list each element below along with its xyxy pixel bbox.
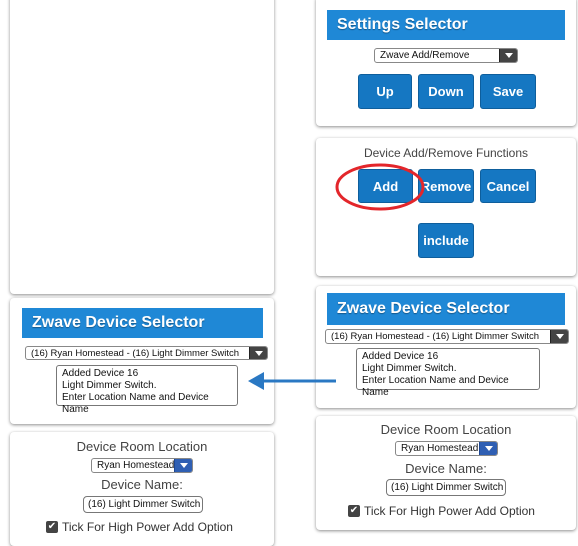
- chevron-down-icon: [550, 330, 568, 343]
- device-name-label: Device Name:: [101, 477, 183, 492]
- settings-selector-panel: Settings Selector Zwave Add/Remove Up Do…: [316, 0, 576, 126]
- status-line: Enter Location Name and Device Name: [362, 375, 509, 398]
- cancel-button[interactable]: Cancel: [480, 169, 536, 203]
- remove-button[interactable]: Remove: [418, 169, 474, 203]
- left-device-selector-title: Zwave Device Selector: [22, 308, 263, 338]
- status-line: Added Device 16: [362, 351, 439, 362]
- left-device-selector-panel: Zwave Device Selector (16) Ryan Homestea…: [10, 298, 274, 424]
- high-power-option-label: Tick For High Power Add Option: [62, 520, 233, 534]
- right-device-dropdown-value: (16) Ryan Homestead - (16) Light Dimmer …: [331, 331, 540, 342]
- room-location-value: Ryan Homestead: [97, 460, 175, 471]
- right-device-dropdown[interactable]: (16) Ryan Homestead - (16) Light Dimmer …: [325, 329, 569, 344]
- device-name-label: Device Name:: [405, 461, 487, 476]
- checkbox-checked-icon[interactable]: ✔: [46, 521, 58, 533]
- up-button[interactable]: Up: [358, 74, 412, 109]
- right-device-details-panel: Device Room Location Ryan Homestead Devi…: [316, 416, 576, 530]
- room-location-label: Device Room Location: [380, 422, 512, 437]
- status-line: Light Dimmer Switch.: [62, 380, 157, 391]
- left-upper-panel-edge: [10, 0, 274, 294]
- down-button[interactable]: Down: [418, 74, 474, 109]
- left-device-details-panel: Device Room Location Ryan Homestead Devi…: [10, 432, 274, 546]
- room-location-label: Device Room Location: [76, 439, 208, 454]
- left-device-dropdown-value: (16) Ryan Homestead - (16) Light Dimmer …: [31, 347, 240, 359]
- settings-selector-title: Settings Selector: [327, 10, 565, 40]
- left-status-box: Added Device 16 Light Dimmer Switch. Ent…: [56, 365, 238, 415]
- status-line: Enter Location Name and Device Name: [62, 392, 209, 415]
- room-location-value: Ryan Homestead: [401, 443, 479, 454]
- right-device-selector-panel: Zwave Device Selector (16) Ryan Homestea…: [316, 286, 576, 408]
- left-device-dropdown[interactable]: (16) Ryan Homestead - (16) Light Dimmer …: [25, 346, 268, 360]
- chevron-down-icon: [499, 49, 517, 62]
- right-status-box: Added Device 16 Light Dimmer Switch. Ent…: [356, 348, 540, 398]
- status-line: Added Device 16: [62, 368, 139, 379]
- save-button[interactable]: Save: [480, 74, 536, 109]
- room-location-dropdown[interactable]: Ryan Homestead: [395, 441, 498, 456]
- right-device-selector-title: Zwave Device Selector: [327, 293, 565, 325]
- room-location-dropdown[interactable]: Ryan Homestead: [91, 458, 193, 473]
- left-arrow-icon: [248, 372, 336, 390]
- add-highlight-circle: [335, 163, 425, 211]
- high-power-option[interactable]: ✔ Tick For High Power Add Option: [46, 520, 233, 534]
- settings-dropdown[interactable]: Zwave Add/Remove: [374, 48, 518, 63]
- chevron-down-icon: [249, 347, 267, 359]
- include-button[interactable]: include: [418, 223, 474, 258]
- chevron-down-icon: [479, 442, 497, 455]
- checkbox-checked-icon[interactable]: ✔: [348, 505, 360, 517]
- settings-dropdown-value: Zwave Add/Remove: [380, 50, 470, 61]
- chevron-down-icon: [174, 459, 192, 472]
- high-power-option-label: Tick For High Power Add Option: [364, 504, 535, 518]
- functions-heading: Device Add/Remove Functions: [363, 146, 529, 160]
- high-power-option[interactable]: ✔ Tick For High Power Add Option: [348, 504, 535, 518]
- status-line: Light Dimmer Switch.: [362, 363, 457, 374]
- device-name-input[interactable]: (16) Light Dimmer Switch: [386, 479, 506, 496]
- device-name-input[interactable]: (16) Light Dimmer Switch: [83, 496, 203, 513]
